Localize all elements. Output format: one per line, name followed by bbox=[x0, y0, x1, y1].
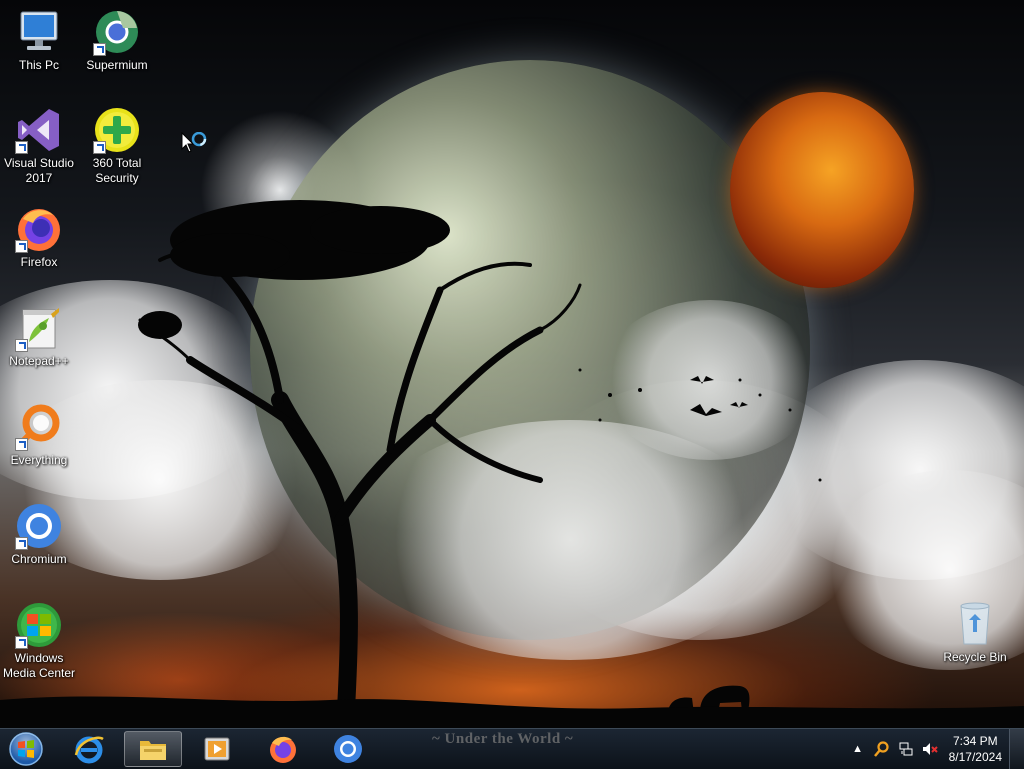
desktop-icon-label: Chromium bbox=[11, 552, 67, 566]
desktop-icon-label: Firefox bbox=[20, 255, 58, 269]
system-tray: ▲ 7:34 PM 8/17/2024 bbox=[843, 729, 1002, 769]
desktop-icon-everything[interactable]: Everything bbox=[0, 403, 78, 468]
firefox-icon bbox=[15, 205, 63, 253]
desktop-icon-this-pc[interactable]: This Pc bbox=[0, 8, 78, 73]
desktop-icon-label: Recycle Bin bbox=[943, 650, 1007, 664]
desktop-icon-chromium[interactable]: Chromium bbox=[0, 502, 78, 567]
shortcut-arrow-icon bbox=[15, 537, 28, 550]
shortcut-arrow-icon bbox=[93, 141, 106, 154]
volume-muted-icon[interactable] bbox=[921, 740, 939, 758]
computer-icon bbox=[15, 8, 63, 56]
desktop-icon-recycle-bin[interactable]: Recycle Bin bbox=[936, 600, 1014, 665]
desktop-icon-label: Visual Studio 2017 bbox=[4, 156, 74, 185]
taskbar-clock[interactable]: 7:34 PM 8/17/2024 bbox=[949, 733, 1002, 765]
shortcut-arrow-icon bbox=[93, 43, 106, 56]
clock-time: 7:34 PM bbox=[952, 734, 998, 748]
internet-explorer-icon bbox=[74, 736, 104, 764]
show-desktop-button[interactable] bbox=[1009, 729, 1024, 769]
desktop-icon-firefox[interactable]: Firefox bbox=[0, 205, 78, 270]
taskbar-media-player[interactable] bbox=[188, 731, 246, 767]
media-player-icon bbox=[204, 737, 230, 761]
desktop-icon-label: This Pc bbox=[18, 58, 59, 72]
busy-cursor bbox=[181, 131, 207, 163]
firefox-icon bbox=[270, 736, 296, 763]
360-security-icon bbox=[93, 106, 141, 154]
desktop-icon-supermium[interactable]: Supermium bbox=[78, 8, 156, 73]
desktop-icon-label: Everything bbox=[10, 453, 68, 467]
desktop-icon-360-total-security[interactable]: 360 Total Security bbox=[78, 106, 156, 186]
shortcut-arrow-icon bbox=[15, 240, 28, 253]
chromium-icon bbox=[334, 735, 362, 763]
start-button[interactable] bbox=[6, 731, 46, 767]
file-explorer-icon bbox=[140, 741, 166, 760]
taskbar-file-explorer[interactable] bbox=[124, 731, 182, 767]
notepad-plus-plus-icon bbox=[15, 304, 63, 352]
desktop-icon-label: Windows Media Center bbox=[2, 651, 76, 680]
taskbar-firefox[interactable] bbox=[254, 731, 312, 767]
clock-date: 8/17/2024 bbox=[948, 750, 1002, 764]
search-tool-icon[interactable] bbox=[873, 740, 891, 758]
recycle-bin-icon bbox=[951, 600, 999, 648]
desktop-icon-label: 360 Total Security bbox=[92, 156, 142, 185]
visual-studio-icon bbox=[15, 106, 63, 154]
taskbar-internet-explorer[interactable] bbox=[60, 731, 118, 767]
desktop-icon-label: Supermium bbox=[86, 58, 148, 72]
desktop-icon-notepad-plus-plus[interactable]: Notepad++ bbox=[0, 304, 78, 369]
shortcut-arrow-icon bbox=[15, 141, 28, 154]
supermium-icon bbox=[93, 8, 141, 56]
windows-media-center-icon bbox=[15, 601, 63, 649]
desktop-icon-label: Notepad++ bbox=[9, 354, 69, 368]
shortcut-arrow-icon bbox=[15, 339, 28, 352]
wallpaper-caption: ~ Under the World ~ bbox=[432, 731, 574, 747]
shortcut-arrow-icon bbox=[15, 438, 28, 451]
desktop-icon-visual-studio[interactable]: Visual Studio 2017 bbox=[0, 106, 78, 186]
show-hidden-arrow-icon[interactable]: ▲ bbox=[849, 740, 867, 758]
taskbar-chromium[interactable] bbox=[319, 731, 377, 767]
chromium-icon bbox=[15, 502, 63, 550]
shortcut-arrow-icon bbox=[15, 636, 28, 649]
everything-search-icon bbox=[15, 403, 63, 451]
desktop-icon-windows-media-center[interactable]: Windows Media Center bbox=[0, 601, 78, 681]
windows-start-orb-icon bbox=[9, 732, 43, 766]
network-icon[interactable] bbox=[897, 740, 915, 758]
